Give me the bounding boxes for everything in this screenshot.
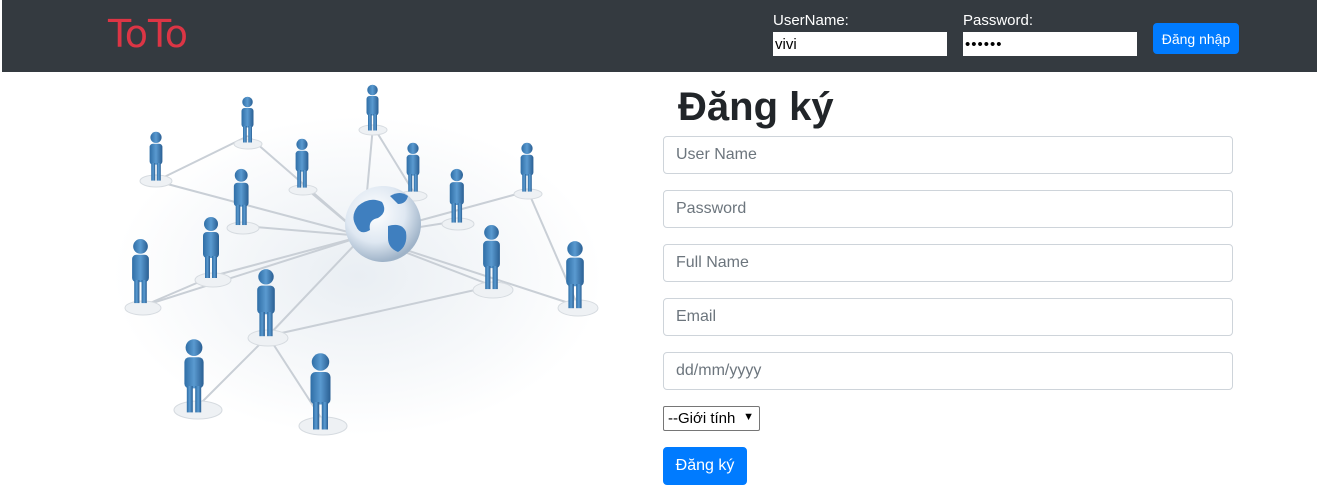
register-username-input[interactable]	[663, 136, 1233, 174]
network-illustration	[113, 84, 603, 436]
dropdown-arrow-icon: ▼	[743, 411, 754, 423]
login-username-input[interactable]	[773, 32, 947, 56]
brand-logo[interactable]: ToTo	[108, 11, 188, 57]
login-password-input[interactable]	[963, 32, 1137, 56]
password-label: Password:	[963, 12, 1034, 29]
register-email-input[interactable]	[663, 298, 1233, 336]
login-button[interactable]: Đăng nhập	[1153, 23, 1239, 54]
register-birthdate-input[interactable]	[663, 352, 1233, 390]
username-label: UserName:	[773, 12, 849, 29]
gender-select[interactable]: --Giới tính ▼	[663, 406, 760, 431]
register-submit-button[interactable]: Đăng ký	[663, 447, 747, 485]
top-navbar: ToTo UserName: Password: Đăng nhập	[2, 0, 1317, 72]
gender-select-value: --Giới tính	[668, 410, 736, 427]
register-title: Đăng ký	[678, 85, 834, 129]
register-password-input[interactable]	[663, 190, 1233, 228]
register-fullname-input[interactable]	[663, 244, 1233, 282]
